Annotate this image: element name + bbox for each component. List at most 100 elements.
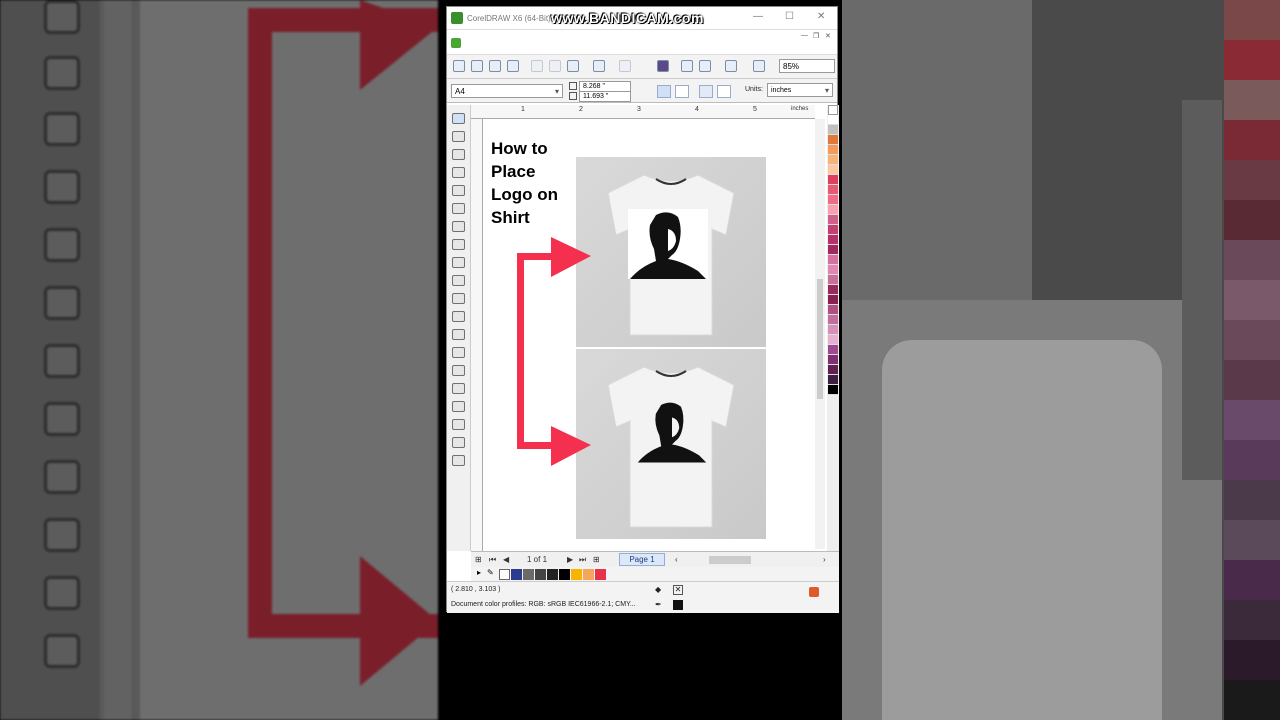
document-swatch[interactable] xyxy=(595,569,606,580)
palette-swatch[interactable] xyxy=(828,165,838,175)
fill-none-icon[interactable]: ✕ xyxy=(673,585,683,595)
palette-swatch[interactable] xyxy=(828,185,838,195)
palette-swatch[interactable] xyxy=(828,245,838,255)
palette-swatch[interactable] xyxy=(828,215,838,225)
search-content-icon[interactable] xyxy=(657,60,669,72)
eyedropper-icon[interactable]: ✎ xyxy=(487,568,494,577)
palette-swatch[interactable] xyxy=(828,325,838,335)
new-icon[interactable] xyxy=(453,60,465,72)
headline-text[interactable]: How to Place Logo on Shirt xyxy=(491,137,581,229)
palette-swatch[interactable] xyxy=(828,285,838,295)
palette-swatch[interactable] xyxy=(828,295,838,305)
scroll-left-icon[interactable]: ‹ xyxy=(675,555,678,564)
document-swatch[interactable] xyxy=(559,569,570,580)
connector-tool-icon[interactable] xyxy=(452,347,465,358)
save-icon[interactable] xyxy=(489,60,501,72)
page-size-select[interactable]: A4 xyxy=(451,84,563,98)
page-height-field[interactable]: 11.693 " xyxy=(579,91,631,102)
paste-icon[interactable] xyxy=(567,60,579,72)
palette-swatch[interactable] xyxy=(828,385,838,395)
palette-arrow-icon[interactable]: ▸ xyxy=(477,568,481,577)
first-page-icon[interactable]: ⏮ xyxy=(489,555,496,565)
palette-swatch[interactable] xyxy=(828,235,838,245)
tab-page-1[interactable]: Page 1 xyxy=(619,553,665,566)
arrow-head-bottom-icon[interactable] xyxy=(551,426,591,466)
export-icon[interactable] xyxy=(699,60,711,72)
import-icon[interactable] xyxy=(681,60,693,72)
doc-minimize-button[interactable]: — xyxy=(801,32,808,39)
ellipse-tool-icon[interactable] xyxy=(452,239,465,250)
palette-swatch[interactable] xyxy=(828,305,838,315)
logo-on-white-box[interactable] xyxy=(628,209,708,279)
palette-swatch[interactable] xyxy=(828,195,838,205)
crop-tool-icon[interactable] xyxy=(452,149,465,160)
horizontal-scroll-thumb[interactable] xyxy=(709,556,751,564)
doc-restore-button[interactable]: ❐ xyxy=(813,32,819,40)
outline-pen-tool-icon[interactable] xyxy=(452,419,465,430)
application-launcher-icon[interactable] xyxy=(725,60,737,72)
scroll-right-icon[interactable]: › xyxy=(823,555,826,564)
full-screen-preview-icon[interactable] xyxy=(753,60,765,72)
outline-pen-icon[interactable]: ✒ xyxy=(655,600,662,609)
portrait-button[interactable] xyxy=(657,85,671,98)
palette-swatch[interactable] xyxy=(828,175,838,185)
table-tool-icon[interactable] xyxy=(452,311,465,322)
palette-swatch[interactable] xyxy=(828,335,838,345)
rectangle-tool-icon[interactable] xyxy=(452,221,465,232)
palette-swatch[interactable] xyxy=(828,145,838,155)
color-palette[interactable] xyxy=(827,105,839,551)
next-page-icon[interactable]: ▶ xyxy=(567,555,573,564)
redo-icon[interactable] xyxy=(619,60,631,72)
smart-fill-tool-icon[interactable] xyxy=(452,203,465,214)
add-page-after-icon[interactable]: ⊞ xyxy=(593,555,600,564)
outline-color-swatch[interactable] xyxy=(673,600,683,610)
previous-page-icon[interactable]: ◀ xyxy=(503,555,509,564)
palette-swatch[interactable] xyxy=(828,115,838,125)
palette-swatch[interactable] xyxy=(828,265,838,275)
fill-tool-icon[interactable] xyxy=(452,437,465,448)
palette-swatch[interactable] xyxy=(828,345,838,355)
palette-swatch[interactable] xyxy=(828,155,838,165)
palette-swatch[interactable] xyxy=(828,365,838,375)
arrow-shaft-vertical[interactable] xyxy=(517,253,524,449)
document-swatch[interactable] xyxy=(583,569,594,580)
polygon-tool-icon[interactable] xyxy=(452,257,465,268)
pick-tool-icon[interactable] xyxy=(452,113,465,124)
undo-icon[interactable] xyxy=(593,60,605,72)
dimension-tool-icon[interactable] xyxy=(452,329,465,340)
blend-tool-icon[interactable] xyxy=(452,365,465,376)
open-icon[interactable] xyxy=(471,60,483,72)
arrow-head-top-icon[interactable] xyxy=(551,237,591,277)
no-fill-swatch[interactable] xyxy=(499,569,510,580)
print-icon[interactable] xyxy=(507,60,519,72)
minimize-button[interactable]: — xyxy=(753,11,763,22)
landscape-button[interactable] xyxy=(675,85,689,98)
document-swatch[interactable] xyxy=(547,569,558,580)
basic-shapes-tool-icon[interactable] xyxy=(452,275,465,286)
palette-swatch[interactable] xyxy=(828,375,838,385)
palette-swatch[interactable] xyxy=(828,225,838,235)
no-color-swatch[interactable] xyxy=(828,105,838,115)
document-swatch[interactable] xyxy=(535,569,546,580)
maximize-button[interactable]: ☐ xyxy=(785,11,794,22)
shape-tool-icon[interactable] xyxy=(452,131,465,142)
document-swatch[interactable] xyxy=(571,569,582,580)
palette-swatch[interactable] xyxy=(828,355,838,365)
shirt-photo-before[interactable] xyxy=(576,157,766,347)
last-page-icon[interactable]: ⏭ xyxy=(579,555,586,565)
zoom-level-select[interactable]: 85% xyxy=(779,59,835,73)
palette-swatch[interactable] xyxy=(828,315,838,325)
color-profile-info[interactable]: Document color profiles: RGB: sRGB IEC61… xyxy=(451,601,636,608)
document-swatch[interactable] xyxy=(511,569,522,580)
edit-fill-icon[interactable] xyxy=(809,587,819,597)
palette-swatch[interactable] xyxy=(828,205,838,215)
transparency-tool-icon[interactable] xyxy=(452,383,465,394)
palette-swatch[interactable] xyxy=(828,275,838,285)
current-page-button[interactable] xyxy=(717,85,731,98)
add-page-icon[interactable]: ⊞ xyxy=(475,555,482,564)
palette-swatch[interactable] xyxy=(828,125,838,135)
document-swatch[interactable] xyxy=(523,569,534,580)
vertical-scrollbar[interactable] xyxy=(815,119,825,549)
doc-close-button[interactable]: ✕ xyxy=(825,32,831,40)
cut-icon[interactable] xyxy=(531,60,543,72)
